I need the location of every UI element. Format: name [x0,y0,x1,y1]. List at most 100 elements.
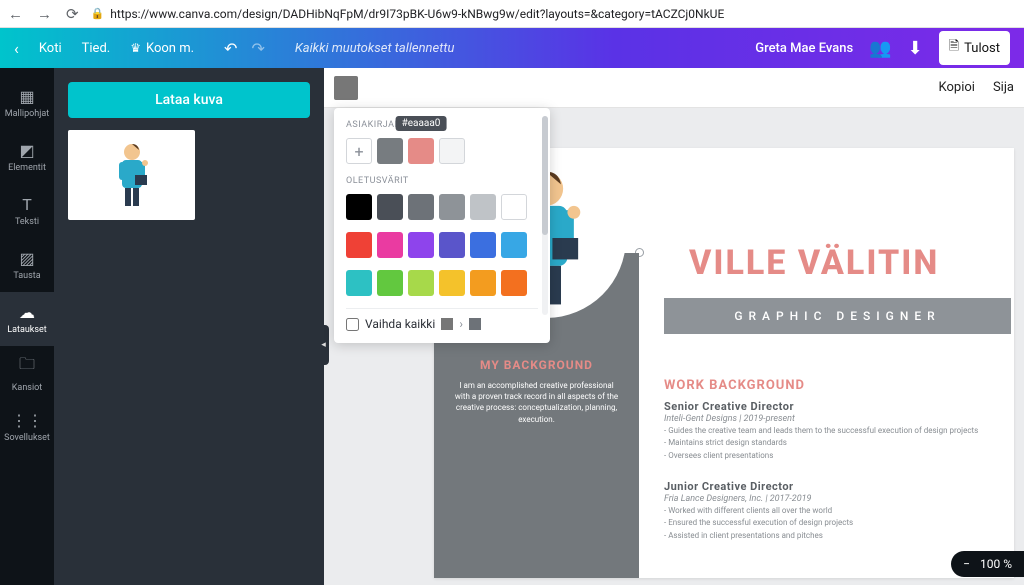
lock-icon: 🔒 [91,7,105,20]
job-entry-1[interactable]: Senior Creative Director Inteli-Gent Des… [664,400,1004,461]
rail-apps[interactable]: ⋮⋮ Sovellukset [0,400,54,454]
default-swatch[interactable] [439,194,465,220]
apps-icon: ⋮⋮ [11,411,43,430]
rail-templates-label: Mallipohjat [5,109,49,119]
zoom-level: 100 % [980,557,1012,571]
rail-background-label: Tausta [13,271,40,281]
resume-role[interactable]: GRAPHIC DESIGNER [664,298,1011,334]
job2-title: Junior Creative Director [664,480,1004,493]
folders-icon: 🗀 [19,353,35,380]
templates-icon: ▦ [19,87,34,106]
rail-text-label: Teksti [15,217,39,227]
job2-meta: Fria Lance Designers, Inc. | 2017-2019 [664,494,1004,504]
default-swatch[interactable] [439,270,465,296]
rail-uploads-label: Lataukset [7,325,46,335]
fill-color-chip[interactable] [334,76,358,100]
work-background-heading: WORK BACKGROUND [664,378,805,393]
default-swatch[interactable] [408,270,434,296]
nav-reload-icon[interactable]: ⟳ [66,5,79,23]
upload-thumbnail[interactable] [68,130,195,220]
rail-uploads[interactable]: ☁ Lataukset [0,292,54,346]
default-colors-label: OLETUSVÄRIT [346,176,538,186]
resize-label: Koon m. [146,41,194,56]
job1-line3: - Oversees client presentations [664,451,1004,461]
default-swatch[interactable] [470,270,496,296]
background-icon: ▨ [19,249,34,268]
color-popover: ASIAKIRJAN VÄRIT + #eaaaa0 OLETUSVÄRIT V… [334,108,550,343]
doc-swatch[interactable] [439,138,465,164]
job2-line2: - Ensured the successful execution of de… [664,518,1004,528]
add-color-button[interactable]: + [346,138,372,164]
rail-text[interactable]: T Teksti [0,184,54,238]
default-swatch[interactable] [439,232,465,258]
default-swatch[interactable] [501,232,527,258]
back-to-home-icon[interactable]: ‹ [14,39,19,58]
default-swatch[interactable] [501,270,527,296]
copy-button[interactable]: Kopioi [939,80,975,95]
share-icon[interactable]: 👥 [869,38,891,59]
elements-icon: ◩ [19,141,34,160]
color-hex-tooltip: #eaaaa0 [396,116,447,131]
default-swatch[interactable] [346,232,372,258]
job1-line2: - Maintains strict design standards [664,438,1004,448]
doc-swatch[interactable] [377,138,403,164]
job1-title: Senior Creative Director [664,400,1004,413]
job2-line3: - Assisted in client presentations and p… [664,531,1004,541]
panel-collapse-handle[interactable]: ◂ [318,325,329,365]
file-menu[interactable]: Tied. [82,41,111,56]
doc-icon: 🗎 [949,37,959,59]
upload-image-button[interactable]: Lataa kuva [68,82,310,118]
default-swatch[interactable] [377,232,403,258]
rail-elements-label: Elementit [8,163,46,173]
object-rail: ▦Mallipohjat ◩Elementit TTeksti ▨Tausta … [0,68,54,585]
rail-folders[interactable]: 🗀 Kansiot [0,346,54,400]
default-swatch[interactable] [377,194,403,220]
default-swatch[interactable] [408,232,434,258]
default-swatch[interactable] [346,194,372,220]
user-name[interactable]: Greta Mae Evans [755,41,853,56]
text-icon: T [22,195,32,214]
default-swatch[interactable] [470,232,496,258]
my-background-text: I am an accomplished creative profession… [444,380,629,425]
redo-icon[interactable]: ↷ [251,39,264,58]
default-swatch[interactable] [346,270,372,296]
rail-templates[interactable]: ▦ Mallipohjat [0,76,54,130]
print-button[interactable]: 🗎 Tulost [939,31,1010,65]
nav-back-icon[interactable]: ← [8,5,23,23]
rail-apps-label: Sovellukset [4,433,50,443]
crown-icon: ♛ [130,41,141,55]
zoom-out-icon[interactable]: − [963,557,970,571]
doc-swatch[interactable]: #eaaaa0 [408,138,434,164]
job-entry-2[interactable]: Junior Creative Director Fria Lance Desi… [664,480,1004,541]
download-icon[interactable]: ⬇ [908,38,923,59]
resize-menu[interactable]: ♛ Koon m. [130,41,194,56]
home-link[interactable]: Koti [39,41,62,56]
change-all-label: Vaihda kaikki [365,317,435,331]
uploads-icon: ☁ [19,303,35,322]
change-all-checkbox[interactable] [346,318,359,331]
rail-folders-label: Kansiot [12,383,42,393]
zoom-control[interactable]: − 100 % [951,551,1024,577]
change-all-to-swatch [469,318,481,330]
default-swatch[interactable] [408,194,434,220]
rail-background[interactable]: ▨ Tausta [0,238,54,292]
print-label: Tulost [964,41,1000,56]
default-swatch[interactable] [377,270,403,296]
job1-line1: - Guides the creative team and leads the… [664,426,1004,436]
person-illustration-icon [107,140,157,210]
my-background-heading: MY BACKGROUND [444,358,629,372]
popover-scrollbar[interactable] [542,116,548,315]
save-status: Kaikki muutokset tallennettu [295,41,455,56]
rail-elements[interactable]: ◩ Elementit [0,130,54,184]
default-swatch[interactable] [501,194,527,220]
url-text: https://www.canva.com/design/DADHibNqFpM… [110,7,724,21]
default-swatch[interactable] [470,194,496,220]
nav-forward-icon[interactable]: → [37,5,52,23]
position-button[interactable]: Sija [993,80,1014,95]
undo-icon[interactable]: ↶ [224,39,237,58]
job2-line1: - Worked with different clients all over… [664,506,1004,516]
uploads-panel: Lataa kuva [54,68,324,585]
resume-name[interactable]: VILLE VÄLITIN [689,243,939,283]
arrow-right-icon: › [459,317,463,331]
change-all-from-swatch [441,318,453,330]
